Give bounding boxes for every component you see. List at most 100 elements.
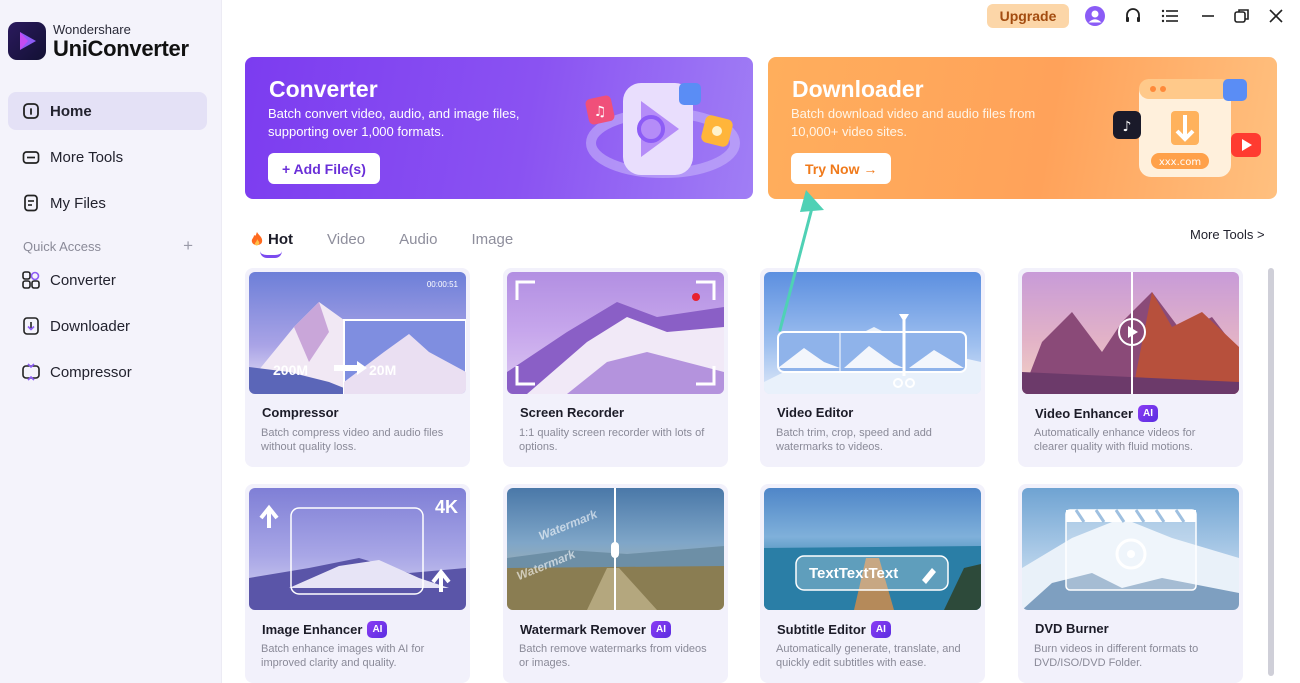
sidebar-item-home[interactable]: Home xyxy=(8,92,207,130)
tool-card-title-text: Video Editor xyxy=(777,405,854,420)
tool-card-description: Batch enhance images with AI for improve… xyxy=(261,643,425,669)
avatar-icon[interactable] xyxy=(1084,5,1106,27)
tab-label: Hot xyxy=(268,230,293,248)
sidebar-item-more-tools[interactable]: More Tools xyxy=(8,138,207,176)
sidebar-item-my-files[interactable]: My Files xyxy=(8,184,207,222)
compressor-thumbnail: 00:00:51 200M 20M xyxy=(249,272,466,394)
menu-icon[interactable] xyxy=(1159,5,1181,27)
sidebar-item-label: My Files xyxy=(50,194,106,212)
downloader-banner[interactable]: Downloader Batch download video and audi… xyxy=(768,57,1277,199)
quick-access-label: Quick Access xyxy=(23,238,102,254)
image-enhancer-thumbnail: 4K xyxy=(249,488,466,610)
add-files-button[interactable]: + Add File(s) xyxy=(268,153,380,184)
svg-text:♫: ♫ xyxy=(594,104,607,120)
tool-card-description: Burn videos in different formats to DVD/… xyxy=(1034,643,1199,669)
add-quick-access-button[interactable]: + xyxy=(183,236,193,256)
tool-card-title-text: Watermark Remover xyxy=(520,622,646,637)
tool-card-title: DVD Burner xyxy=(1035,621,1109,636)
svg-text:♪: ♪ xyxy=(1123,119,1132,135)
downloader-icon xyxy=(21,316,41,336)
tab-video[interactable]: Video xyxy=(327,231,365,248)
tool-card-title: Compressor xyxy=(262,405,339,420)
compressor-icon xyxy=(21,362,41,382)
watermark-remover-thumbnail: Watermark Watermark xyxy=(507,488,724,610)
compressor-size-before: 200M xyxy=(273,362,309,378)
fire-icon xyxy=(250,231,264,247)
converter-banner[interactable]: Converter Batch convert video, audio, an… xyxy=(245,57,753,199)
tool-card-title: Video Enhancer AI xyxy=(1035,405,1159,422)
tool-card-dvd-burner[interactable]: DVD Burner Burn videos in different form… xyxy=(1018,484,1243,683)
converter-illustration-icon: ♫ xyxy=(585,83,740,178)
content-scrollbar[interactable] xyxy=(1268,268,1274,676)
minimize-icon[interactable] xyxy=(1197,5,1219,27)
ai-badge: AI xyxy=(1138,405,1159,422)
sidebar: Wondershare UniConverter Home More Tools… xyxy=(0,0,222,683)
tool-card-title: Screen Recorder xyxy=(520,405,624,420)
ai-badge: AI xyxy=(367,621,388,638)
tool-card-compressor[interactable]: 00:00:51 200M 20M Compressor Batch compr… xyxy=(245,268,470,467)
tool-card-description: Batch remove watermarks from videos or i… xyxy=(519,643,707,669)
tool-card-title-text: Subtitle Editor xyxy=(777,622,866,637)
app-logo-icon xyxy=(8,22,46,60)
tools-icon xyxy=(21,147,41,167)
tool-card-watermark-remover[interactable]: Watermark Watermark Watermark Remover AI … xyxy=(503,484,728,683)
sidebar-item-label: More Tools xyxy=(50,148,124,166)
downloader-illustration-icon: xxx.com ♪ xyxy=(1113,79,1261,177)
close-icon[interactable] xyxy=(1265,5,1287,27)
tool-card-title-text: Video Enhancer xyxy=(1035,406,1134,421)
tool-card-title: Watermark Remover AI xyxy=(520,621,671,638)
category-tabs: Hot Video Audio Image xyxy=(250,226,547,258)
tool-card-title: Image Enhancer AI xyxy=(262,621,388,638)
headset-icon[interactable] xyxy=(1122,5,1144,27)
resolution-badge: 4K xyxy=(434,497,458,517)
restore-icon[interactable] xyxy=(1231,5,1253,27)
upgrade-button[interactable]: Upgrade xyxy=(987,4,1069,28)
video-editor-thumbnail xyxy=(764,272,981,394)
tool-card-title-text: Compressor xyxy=(262,405,339,420)
downloader-banner-title: Downloader xyxy=(792,76,924,102)
brand-vendor: Wondershare xyxy=(53,21,131,37)
tool-card-title-text: Screen Recorder xyxy=(520,405,625,420)
tool-card-video-editor[interactable]: Video Editor Batch trim, crop, speed and… xyxy=(760,268,985,467)
tool-card-title: Subtitle Editor AI xyxy=(777,621,891,638)
converter-icon xyxy=(21,270,41,290)
tab-hot[interactable]: Hot xyxy=(250,230,293,258)
tool-card-video-enhancer[interactable]: Video Enhancer AI Automatically enhance v… xyxy=(1018,268,1243,467)
subtitle-caption: TextTextText xyxy=(809,565,899,582)
tool-card-image-enhancer[interactable]: 4K Image Enhancer AI Batch enhance images… xyxy=(245,484,470,683)
compressor-size-after: 20M xyxy=(369,362,397,378)
tool-card-description: Automatically generate, translate, and q… xyxy=(776,643,961,669)
downloader-banner-description: Batch download video and audio files fro… xyxy=(791,106,1036,139)
tool-card-screen-recorder[interactable]: Screen Recorder 1:1 quality screen recor… xyxy=(503,268,728,467)
tool-card-title-text: Image Enhancer xyxy=(262,622,363,637)
compressor-timecode: 00:00:51 xyxy=(426,280,458,289)
try-now-button[interactable]: Try Now → xyxy=(791,153,892,184)
tab-audio[interactable]: Audio xyxy=(399,231,437,248)
tool-card-title: Video Editor xyxy=(777,405,853,420)
sidebar-item-label: Compressor xyxy=(50,363,132,381)
sidebar-item-downloader[interactable]: Downloader xyxy=(8,307,207,345)
tab-image[interactable]: Image xyxy=(471,231,513,248)
ai-badge: AI xyxy=(870,621,891,638)
sidebar-item-compressor[interactable]: Compressor xyxy=(8,353,207,391)
tool-card-subtitle-editor[interactable]: TextTextText Subtitle Editor AI Automatic… xyxy=(760,484,985,683)
svg-text:xxx.com: xxx.com xyxy=(1159,157,1201,168)
sidebar-item-label: Downloader xyxy=(50,317,131,335)
tool-card-description: Batch trim, crop, speed and add watermar… xyxy=(776,427,932,453)
tool-card-description: Batch compress video and audio files wit… xyxy=(261,427,444,453)
sidebar-item-converter[interactable]: Converter xyxy=(8,261,207,299)
brand: Wondershare UniConverter xyxy=(8,22,189,60)
converter-banner-description: Batch convert video, audio, and image fi… xyxy=(268,106,520,139)
video-enhancer-thumbnail xyxy=(1022,272,1239,394)
dvd-burner-thumbnail xyxy=(1022,488,1239,610)
ai-badge: AI xyxy=(650,621,671,638)
screen-recorder-thumbnail xyxy=(507,272,724,394)
tool-card-description: Automatically enhance videos for clearer… xyxy=(1034,427,1196,453)
sidebar-item-label: Home xyxy=(50,102,92,120)
quick-access-header: Quick Access + xyxy=(23,236,193,256)
more-tools-link[interactable]: More Tools > xyxy=(1190,227,1265,242)
home-icon xyxy=(21,101,41,121)
tool-card-description: 1:1 quality screen recorder with lots of… xyxy=(519,427,705,453)
tool-card-title-text: DVD Burner xyxy=(1035,621,1109,636)
files-icon xyxy=(21,193,41,213)
